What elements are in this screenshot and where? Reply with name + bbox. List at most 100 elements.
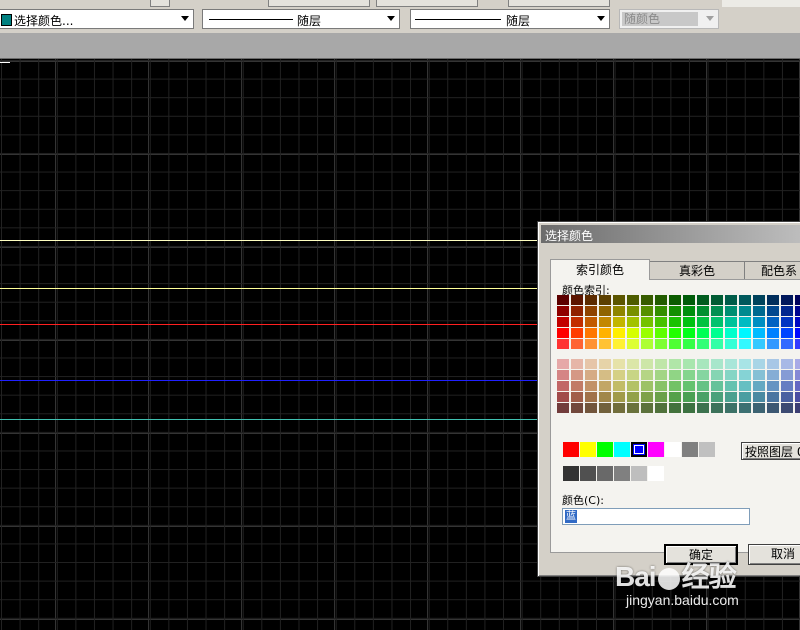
standard-color-swatch[interactable]: [648, 442, 664, 457]
palette-swatch[interactable]: [585, 328, 597, 338]
palette-swatch[interactable]: [711, 392, 723, 402]
palette-swatch[interactable]: [585, 370, 597, 380]
palette-swatch[interactable]: [725, 392, 737, 402]
palette-swatch[interactable]: [725, 370, 737, 380]
palette-swatch[interactable]: [613, 328, 625, 338]
palette-swatch[interactable]: [767, 339, 779, 349]
palette-swatch[interactable]: [613, 370, 625, 380]
palette-swatch[interactable]: [753, 359, 765, 369]
palette-swatch[interactable]: [781, 392, 793, 402]
toolbar-button[interactable]: [150, 0, 170, 7]
palette-swatch[interactable]: [795, 295, 800, 305]
palette-swatch[interactable]: [641, 306, 653, 316]
palette-swatch[interactable]: [557, 328, 569, 338]
standard-color-swatch[interactable]: [597, 442, 613, 457]
palette-swatch[interactable]: [627, 339, 639, 349]
palette-swatch[interactable]: [711, 370, 723, 380]
palette-swatch[interactable]: [655, 359, 667, 369]
palette-swatch[interactable]: [725, 328, 737, 338]
palette-swatch[interactable]: [627, 359, 639, 369]
palette-swatch[interactable]: [683, 370, 695, 380]
palette-swatch[interactable]: [599, 370, 611, 380]
palette-swatch[interactable]: [557, 403, 569, 413]
palette-swatch[interactable]: [557, 317, 569, 327]
palette-swatch[interactable]: [781, 359, 793, 369]
palette-swatch[interactable]: [711, 339, 723, 349]
color-field[interactable]: 蓝: [562, 508, 750, 525]
bylayer-button[interactable]: 按照图层 0: [741, 442, 800, 460]
palette-swatch[interactable]: [571, 403, 583, 413]
palette-swatch[interactable]: [585, 392, 597, 402]
palette-swatch[interactable]: [767, 359, 779, 369]
palette-swatch[interactable]: [599, 339, 611, 349]
palette-swatch[interactable]: [641, 339, 653, 349]
palette-swatch[interactable]: [613, 339, 625, 349]
palette-swatch[interactable]: [585, 359, 597, 369]
palette-swatch[interactable]: [795, 403, 800, 413]
palette-swatch[interactable]: [767, 381, 779, 391]
palette-swatch[interactable]: [627, 392, 639, 402]
palette-swatch[interactable]: [753, 392, 765, 402]
palette-swatch[interactable]: [767, 328, 779, 338]
palette-swatch[interactable]: [627, 328, 639, 338]
palette-swatch[interactable]: [781, 317, 793, 327]
palette-swatch[interactable]: [585, 295, 597, 305]
palette-swatch[interactable]: [753, 317, 765, 327]
palette-swatch[interactable]: [739, 370, 751, 380]
palette-swatch[interactable]: [683, 403, 695, 413]
palette-swatch[interactable]: [669, 403, 681, 413]
palette-swatch[interactable]: [725, 339, 737, 349]
palette-swatch[interactable]: [711, 306, 723, 316]
palette-swatch[interactable]: [795, 328, 800, 338]
palette-swatch[interactable]: [655, 295, 667, 305]
toolbar-button[interactable]: [376, 0, 478, 7]
standard-color-swatch[interactable]: [580, 442, 596, 457]
gray-color-swatch[interactable]: [631, 466, 647, 481]
palette-swatch[interactable]: [627, 381, 639, 391]
palette-swatch[interactable]: [753, 339, 765, 349]
palette-swatch[interactable]: [767, 317, 779, 327]
lineweight-dropdown[interactable]: 随层: [410, 9, 610, 29]
palette-swatch[interactable]: [557, 295, 569, 305]
palette-swatch[interactable]: [571, 295, 583, 305]
palette-swatch[interactable]: [585, 317, 597, 327]
palette-swatch[interactable]: [669, 328, 681, 338]
palette-swatch[interactable]: [739, 403, 751, 413]
palette-swatch[interactable]: [753, 295, 765, 305]
chevron-down-icon[interactable]: [181, 16, 189, 21]
palette-swatch[interactable]: [795, 339, 800, 349]
palette-swatch[interactable]: [669, 359, 681, 369]
palette-swatch[interactable]: [599, 317, 611, 327]
palette-swatch[interactable]: [599, 306, 611, 316]
palette-swatch[interactable]: [795, 370, 800, 380]
palette-swatch[interactable]: [641, 392, 653, 402]
palette-swatch[interactable]: [627, 317, 639, 327]
gray-color-swatch[interactable]: [648, 466, 664, 481]
palette-swatch[interactable]: [571, 317, 583, 327]
palette-swatch[interactable]: [795, 306, 800, 316]
palette-swatch[interactable]: [781, 295, 793, 305]
palette-swatch[interactable]: [655, 306, 667, 316]
palette-swatch[interactable]: [711, 403, 723, 413]
dialog-titlebar[interactable]: 选择颜色: [541, 225, 800, 243]
palette-swatch[interactable]: [655, 328, 667, 338]
palette-swatch[interactable]: [795, 359, 800, 369]
palette-swatch[interactable]: [683, 328, 695, 338]
palette-swatch[interactable]: [697, 359, 709, 369]
standard-color-swatch[interactable]: [699, 442, 715, 457]
toolbar-button[interactable]: [268, 0, 370, 7]
palette-swatch[interactable]: [599, 295, 611, 305]
palette-swatch[interactable]: [599, 328, 611, 338]
palette-swatch[interactable]: [655, 339, 667, 349]
palette-swatch[interactable]: [767, 403, 779, 413]
palette-swatch[interactable]: [641, 359, 653, 369]
palette-swatch[interactable]: [613, 381, 625, 391]
chevron-down-icon[interactable]: [597, 16, 605, 21]
palette-swatch[interactable]: [711, 295, 723, 305]
palette-swatch[interactable]: [753, 328, 765, 338]
linetype-dropdown[interactable]: 随层: [202, 9, 400, 29]
palette-swatch[interactable]: [669, 370, 681, 380]
toolbar-button[interactable]: [508, 0, 610, 7]
palette-swatch[interactable]: [669, 306, 681, 316]
tab-index-color[interactable]: 索引颜色: [550, 259, 650, 280]
